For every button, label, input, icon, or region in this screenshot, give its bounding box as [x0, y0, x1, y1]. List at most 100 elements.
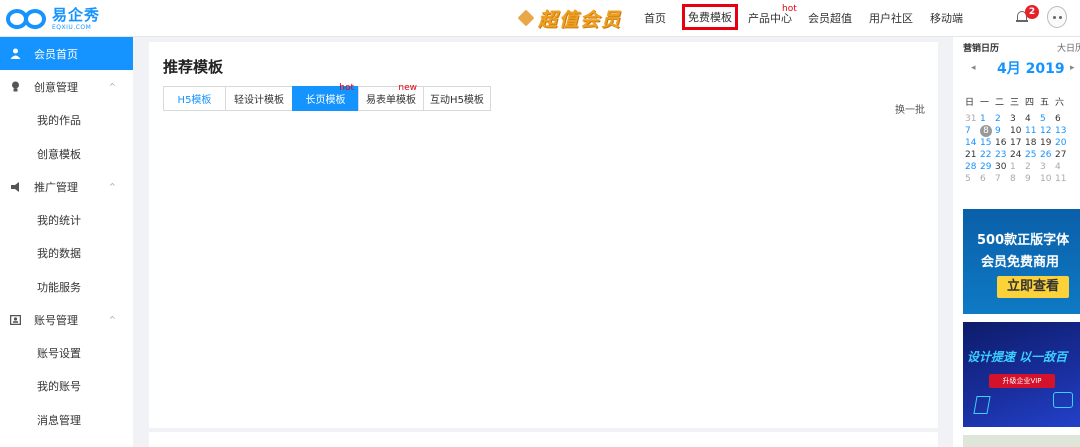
calendar-day[interactable]: 27: [1055, 149, 1070, 161]
sidebar-item-label: 我的作品: [37, 113, 81, 127]
calendar-day[interactable]: 1: [1010, 161, 1025, 173]
brand-domain: EQXIU.COM: [52, 23, 92, 31]
upgrade-vip-button[interactable]: 升级企业VIP: [989, 374, 1055, 388]
calendar-day[interactable]: 12: [1040, 125, 1055, 137]
sidebar: 会员首页 创意管理 ^ 我的作品 创意模板 推广管理 ^ 我的统计 我的数据 功…: [0, 37, 133, 447]
tab-h5-templates[interactable]: H5模板: [163, 86, 226, 111]
chevron-right-icon[interactable]: ▸: [1070, 63, 1075, 73]
calendar-day[interactable]: 17: [1010, 137, 1025, 149]
calendar-day[interactable]: 14: [965, 137, 980, 149]
nav-mobile[interactable]: 移动端: [930, 10, 963, 26]
sidebar-item-label: 我的统计: [37, 213, 81, 227]
calendar-day[interactable]: 31: [965, 113, 980, 125]
calendar-day[interactable]: 10: [1010, 125, 1025, 137]
sidebar-item-label: 推广管理: [34, 180, 78, 194]
nav-home[interactable]: 首页: [644, 10, 666, 26]
calendar-week: 28 29 30 1 2 3 4: [965, 161, 1070, 173]
tab-form-templates[interactable]: 易表单模板 new: [358, 83, 424, 111]
calendar-day[interactable]: 6: [1055, 113, 1070, 125]
nav-membership[interactable]: 会员超值: [808, 10, 852, 26]
nav-free-templates[interactable]: 免费模板: [682, 4, 738, 30]
logo-icon: [6, 7, 50, 31]
calendar-day[interactable]: 3: [1010, 113, 1025, 125]
calendar-day[interactable]: 4: [1025, 113, 1040, 125]
calendar-day[interactable]: 2: [995, 113, 1010, 125]
sidebar-item-services[interactable]: 功能服务: [0, 270, 133, 303]
calendar-day[interactable]: 4: [1055, 161, 1070, 173]
megaphone-icon: [10, 181, 21, 192]
sidebar-item-label: 我的数据: [37, 246, 81, 260]
calendar-day[interactable]: 30: [995, 161, 1010, 173]
calendar-day[interactable]: 2: [1025, 161, 1040, 173]
calendar-day[interactable]: 23: [995, 149, 1010, 161]
next-section-card: [149, 432, 938, 447]
calendar-day[interactable]: 11: [1055, 173, 1070, 185]
brand-logo[interactable]: 易企秀 EQXIU.COM: [6, 5, 100, 33]
tab-light-design[interactable]: 轻设计模板: [225, 86, 293, 111]
calendar-day[interactable]: 20: [1055, 137, 1070, 149]
calendar-day[interactable]: 24: [1010, 149, 1025, 161]
calendar-day[interactable]: 18: [1025, 137, 1040, 149]
brand-name: 易企秀: [52, 5, 101, 24]
bulb-icon: [10, 81, 21, 92]
enterprise-vip-banner[interactable]: 设计提速 以一敌百 升级企业VIP: [963, 322, 1080, 427]
calendar-day[interactable]: 16: [995, 137, 1010, 149]
vip-promo-link[interactable]: 超值会员: [517, 6, 622, 31]
calendar-week: 31 1 2 3 4 5 6: [965, 113, 1070, 125]
chevron-up-icon: ^: [109, 315, 116, 324]
diamond-icon: [517, 9, 535, 27]
tab-interactive-h5[interactable]: 互动H5模板: [423, 86, 491, 111]
tab-long-page[interactable]: 长页模板 hot: [292, 83, 359, 111]
sidebar-item-promotion[interactable]: 推广管理 ^: [0, 170, 133, 203]
sidebar-item-member-home[interactable]: 会员首页: [0, 37, 133, 70]
weekday: 六: [1055, 98, 1065, 108]
refresh-batch-button[interactable]: 换一批: [895, 101, 925, 116]
calendar-day[interactable]: 6: [980, 173, 995, 185]
sidebar-item-account[interactable]: 账号管理 ^: [0, 303, 133, 336]
nav-community[interactable]: 用户社区: [869, 10, 913, 26]
calendar-day[interactable]: 8: [1010, 173, 1025, 185]
sidebar-item-creative-templates[interactable]: 创意模板: [0, 137, 133, 170]
calendar-day[interactable]: 28: [965, 161, 980, 173]
calendar-day[interactable]: 26: [1040, 149, 1055, 161]
calendar-title: 营销日历: [963, 44, 1000, 54]
calendar-day[interactable]: 19: [1040, 137, 1055, 149]
calendar-day[interactable]: 29: [980, 161, 995, 173]
hot-tag: hot: [339, 83, 354, 93]
sidebar-item-label: 创意模板: [37, 147, 81, 161]
calendar-day[interactable]: 11: [1025, 125, 1040, 137]
calendar-grid: 日 一 二 三 四 五 六 31 1 2 3 4 5 6 7 8 9 10 11…: [965, 97, 1070, 185]
view-now-button[interactable]: 立即查看: [997, 276, 1069, 298]
calendar-day[interactable]: 5: [1040, 113, 1055, 125]
weekday: 五: [1040, 98, 1050, 108]
calendar-day[interactable]: 15: [980, 137, 995, 149]
calendar-day[interactable]: 13: [1055, 125, 1070, 137]
third-promo-banner[interactable]: [963, 435, 1080, 447]
calendar-day[interactable]: 3: [1040, 161, 1055, 173]
big-calendar-link[interactable]: 大日历: [1057, 41, 1080, 54]
calendar-day[interactable]: 22: [980, 149, 995, 161]
calendar-day[interactable]: 10: [1040, 173, 1055, 185]
calendar-day[interactable]: 9: [995, 125, 1010, 137]
calendar-day[interactable]: 9: [1025, 173, 1040, 185]
calendar-day[interactable]: 5: [965, 173, 980, 185]
avatar[interactable]: [1047, 6, 1067, 28]
user-icon: [10, 48, 21, 59]
calendar-day[interactable]: 7: [965, 125, 980, 137]
font-promo-banner[interactable]: 500款正版字体 会员免费商用 立即查看: [963, 209, 1080, 314]
sidebar-item-messages[interactable]: 消息管理: [0, 403, 133, 436]
sidebar-item-my-account[interactable]: 我的账号: [0, 369, 133, 402]
chevron-left-icon[interactable]: ◂: [971, 63, 976, 73]
template-tabs: H5模板 轻设计模板 长页模板 hot 易表单模板 new 互动H5模板: [163, 83, 491, 111]
calendar-day[interactable]: 21: [965, 149, 980, 161]
sidebar-item-my-stats[interactable]: 我的统计: [0, 203, 133, 236]
calendar-day[interactable]: 1: [980, 113, 995, 125]
sidebar-item-my-works[interactable]: 我的作品: [0, 103, 133, 136]
calendar-day[interactable]: 7: [995, 173, 1010, 185]
calendar-day[interactable]: 25: [1025, 149, 1040, 161]
weekday: 四: [1025, 98, 1035, 108]
calendar-day-today[interactable]: 8: [980, 125, 992, 137]
sidebar-item-creative[interactable]: 创意管理 ^: [0, 70, 133, 103]
sidebar-item-my-data[interactable]: 我的数据: [0, 236, 133, 269]
sidebar-item-account-settings[interactable]: 账号设置: [0, 336, 133, 369]
